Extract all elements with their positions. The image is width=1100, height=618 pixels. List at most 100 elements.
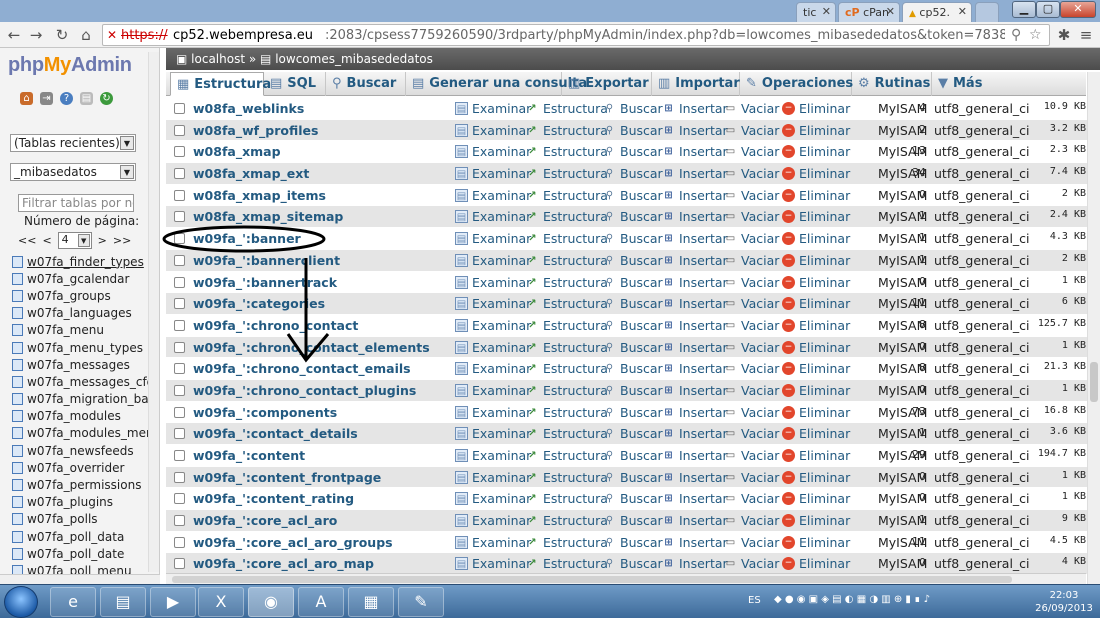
sidebar-table-name[interactable]: w07fa_polls bbox=[27, 512, 98, 526]
action-search[interactable]: ⚲ Buscar bbox=[603, 253, 663, 268]
action-insert[interactable]: ⊞ Insertar bbox=[662, 470, 727, 485]
action-structure[interactable]: ↗ Estructura bbox=[526, 144, 608, 159]
action-empty[interactable]: ▭ Vaciar bbox=[724, 188, 780, 203]
action-insert[interactable]: ⊞ Insertar bbox=[662, 383, 727, 398]
action-structure[interactable]: ↗ Estructura bbox=[526, 426, 608, 441]
action-structure[interactable]: ↗ Estructura bbox=[526, 188, 608, 203]
bookmark-star-icon[interactable]: ☆ bbox=[1029, 27, 1042, 43]
row-checkbox[interactable] bbox=[174, 146, 185, 158]
action-structure[interactable]: ↗ Estructura bbox=[526, 405, 608, 420]
action-structure[interactable]: ↗ Estructura bbox=[526, 231, 608, 246]
action-drop[interactable]: − Eliminar bbox=[782, 166, 850, 181]
row-checkbox[interactable] bbox=[174, 384, 185, 396]
forward-arrow-icon[interactable]: → bbox=[26, 26, 46, 44]
sidebar-table-item[interactable]: w07fa_overrider bbox=[12, 459, 152, 476]
action-search[interactable]: ⚲ Buscar bbox=[603, 513, 663, 528]
action-structure[interactable]: ↗ Estructura bbox=[526, 101, 608, 116]
action-browse[interactable]: ▤ Examinar bbox=[455, 188, 531, 203]
action-insert[interactable]: ⊞ Insertar bbox=[662, 275, 727, 290]
sidebar-table-item[interactable]: w07fa_menu_types bbox=[12, 339, 152, 356]
row-checkbox[interactable] bbox=[174, 124, 185, 136]
reload-icon[interactable]: ↻ bbox=[100, 92, 113, 105]
action-structure[interactable]: ↗ Estructura bbox=[526, 491, 608, 506]
table-icon[interactable] bbox=[12, 444, 23, 457]
action-empty[interactable]: ▭ Vaciar bbox=[724, 535, 780, 550]
action-search[interactable]: ⚲ Buscar bbox=[603, 556, 663, 571]
action-empty[interactable]: ▭ Vaciar bbox=[724, 556, 780, 571]
home-icon[interactable]: ⌂ bbox=[76, 26, 96, 44]
sidebar-table-name[interactable]: w07fa_migration_backli bbox=[27, 392, 159, 406]
table-icon[interactable] bbox=[12, 547, 23, 560]
table-icon[interactable] bbox=[12, 513, 23, 526]
action-search[interactable]: ⚲ Buscar bbox=[603, 448, 663, 463]
action-drop[interactable]: − Eliminar bbox=[782, 340, 850, 355]
action-drop[interactable]: − Eliminar bbox=[782, 188, 850, 203]
row-checkbox[interactable] bbox=[174, 471, 185, 483]
table-name-link[interactable]: w08fa_xmap_ext bbox=[193, 166, 309, 181]
row-checkbox[interactable] bbox=[174, 450, 185, 461]
action-drop[interactable]: − Eliminar bbox=[782, 426, 850, 441]
action-search[interactable]: ⚲ Buscar bbox=[603, 340, 663, 355]
sidebar-table-name[interactable]: w07fa_newsfeeds bbox=[27, 444, 134, 458]
action-empty[interactable]: ▭ Vaciar bbox=[724, 448, 780, 463]
table-name-link[interactable]: w09fa_':categories bbox=[193, 296, 325, 311]
action-drop[interactable]: − Eliminar bbox=[782, 405, 850, 420]
action-drop[interactable]: − Eliminar bbox=[782, 361, 850, 376]
action-empty[interactable]: ▭ Vaciar bbox=[724, 513, 780, 528]
action-drop[interactable]: − Eliminar bbox=[782, 491, 850, 506]
action-empty[interactable]: ▭ Vaciar bbox=[724, 101, 780, 116]
page-select[interactable]: 4 ▼ bbox=[57, 232, 92, 249]
action-empty[interactable]: ▭ Vaciar bbox=[724, 253, 780, 268]
tab-exportar[interactable]: ▥ Exportar bbox=[562, 72, 652, 96]
action-drop[interactable]: − Eliminar bbox=[782, 296, 850, 311]
action-empty[interactable]: ▭ Vaciar bbox=[724, 296, 780, 311]
action-empty[interactable]: ▭ Vaciar bbox=[724, 318, 780, 333]
browser-tab-active[interactable]: ▲ cp52. ✕ bbox=[902, 2, 972, 22]
action-search[interactable]: ⚲ Buscar bbox=[603, 209, 663, 224]
action-empty[interactable]: ▭ Vaciar bbox=[724, 405, 780, 420]
tray-icons[interactable]: ◆ ● ◉ ▣ ◈ ▤ ◐ ▦ ◑ ▥ ⊕ ▮ ∎ ♪ bbox=[774, 594, 930, 605]
sidebar-vertical-scrollbar[interactable] bbox=[148, 52, 159, 572]
action-drop[interactable]: − Eliminar bbox=[782, 123, 850, 138]
table-icon[interactable] bbox=[12, 479, 23, 492]
action-empty[interactable]: ▭ Vaciar bbox=[724, 383, 780, 398]
sidebar-table-item[interactable]: w07fa_migration_backli bbox=[12, 391, 159, 408]
table-name-link[interactable]: w09fa_':chrono_contact_emails bbox=[193, 361, 411, 376]
row-checkbox[interactable] bbox=[174, 493, 185, 505]
table-name-link[interactable]: w09fa_':content bbox=[193, 448, 305, 463]
pager-first[interactable]: << bbox=[18, 234, 36, 247]
extension-icon[interactable]: ✱ bbox=[1054, 26, 1074, 44]
sidebar-table-item[interactable]: w07fa_modules_menu bbox=[12, 425, 159, 442]
close-icon[interactable]: ✕ bbox=[886, 5, 895, 18]
tab-mas[interactable]: ▼ Más bbox=[932, 72, 1002, 96]
sidebar-table-name[interactable]: w07fa_plugins bbox=[27, 495, 113, 509]
sidebar-table-name[interactable]: w07fa_languages bbox=[27, 306, 132, 320]
table-name-link[interactable]: w09fa_':banner bbox=[193, 231, 301, 246]
tab-importar[interactable]: ▥ Importar bbox=[652, 72, 740, 96]
action-search[interactable]: ⚲ Buscar bbox=[603, 426, 663, 441]
action-search[interactable]: ⚲ Buscar bbox=[603, 101, 663, 116]
excel-icon[interactable]: X bbox=[198, 587, 244, 617]
action-structure[interactable]: ↗ Estructura bbox=[526, 361, 608, 376]
row-checkbox[interactable] bbox=[174, 536, 185, 548]
chrome-icon[interactable]: ◉ bbox=[248, 587, 294, 617]
table-name-link[interactable]: w09fa_':content_rating bbox=[193, 491, 354, 506]
row-checkbox[interactable] bbox=[174, 103, 185, 114]
sidebar-table-name[interactable]: w07fa_poll_data bbox=[27, 530, 124, 544]
action-insert[interactable]: ⊞ Insertar bbox=[662, 296, 727, 311]
pager-next[interactable]: > bbox=[98, 234, 107, 247]
language-indicator[interactable]: ES bbox=[748, 595, 761, 606]
action-insert[interactable]: ⊞ Insertar bbox=[662, 123, 727, 138]
sidebar-table-name[interactable]: w07fa_modules_menu bbox=[27, 426, 159, 440]
table-name-link[interactable]: w09fa_':bannerclient bbox=[193, 253, 340, 268]
action-structure[interactable]: ↗ Estructura bbox=[526, 253, 608, 268]
action-structure[interactable]: ↗ Estructura bbox=[526, 166, 608, 181]
row-checkbox[interactable] bbox=[174, 189, 185, 201]
action-drop[interactable]: − Eliminar bbox=[782, 470, 850, 485]
table-icon[interactable] bbox=[12, 410, 23, 423]
action-drop[interactable]: − Eliminar bbox=[782, 253, 850, 268]
sidebar-table-name[interactable]: w07fa_finder_types bbox=[27, 255, 144, 269]
sidebar-table-name[interactable]: w07fa_overrider bbox=[27, 461, 124, 475]
action-browse[interactable]: ▤ Examinar bbox=[455, 318, 531, 333]
action-insert[interactable]: ⊞ Insertar bbox=[662, 101, 727, 116]
